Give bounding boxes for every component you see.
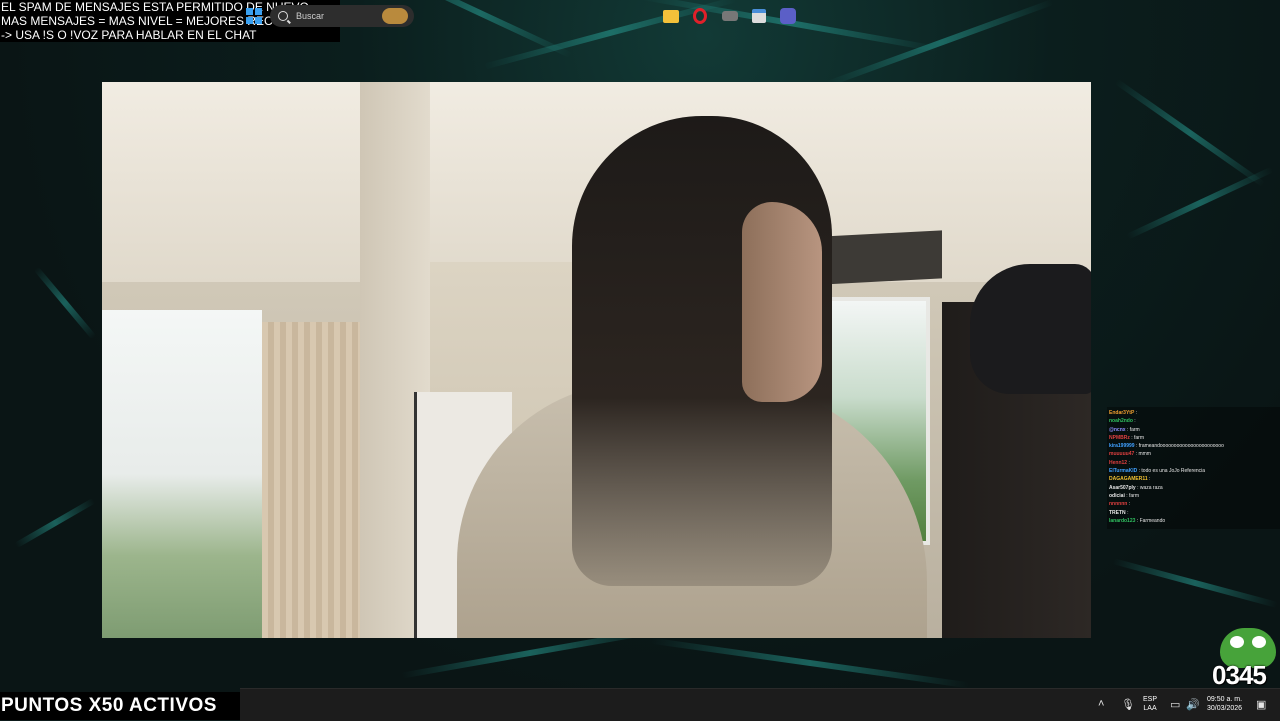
chat-overlay: Endar3YtP : noah2ndo : @ncnx : farm NPMBRz … <box>1107 407 1280 529</box>
chat-message: @ncnx : farm <box>1109 426 1278 434</box>
chat-text: : farm <box>1126 492 1140 499</box>
chat-message: DAGAGAMER11 : <box>1109 475 1278 483</box>
chat-username: NPMBRz <box>1109 434 1130 441</box>
language-button[interactable]: ESP LAA <box>1143 688 1157 720</box>
notification-bell-icon: ▣ <box>1256 698 1267 711</box>
chat-username: Endar3YtP <box>1109 410 1135 416</box>
start-button[interactable] <box>242 4 266 28</box>
notifications-button[interactable]: ▣ <box>1256 688 1266 720</box>
chat-username: noah2ndo <box>1109 418 1133 425</box>
file-explorer-button[interactable] <box>659 4 683 28</box>
game-app-button[interactable] <box>718 4 742 28</box>
search-placeholder: Buscar <box>296 11 325 21</box>
chat-text: : <box>1135 410 1138 416</box>
chat-username: kira199999 <box>1109 443 1135 450</box>
calendar-app-button[interactable] <box>747 4 771 28</box>
chat-text: : mmm <box>1135 451 1151 458</box>
speaker-icon: 🔊 <box>1186 698 1200 711</box>
mascot-counter: 0345 <box>1212 660 1267 690</box>
teams-icon <box>780 8 796 24</box>
microphone-icon: 🎙 <box>1121 698 1135 711</box>
chevron-up-icon: ˄ <box>1098 698 1105 710</box>
webcam-feed <box>102 82 1091 638</box>
notice-line: -> USA !S O !VOZ PARA HABLAR EN EL CHAT <box>1 28 257 42</box>
chat-message: muuuuu47 : mmm <box>1109 450 1278 458</box>
chat-text: : <box>1128 501 1131 508</box>
network-icon: ▭ <box>1170 698 1181 711</box>
chat-message: Henn12 : <box>1109 459 1278 467</box>
chat-message: lanardo123 : Farmeando <box>1109 517 1278 525</box>
chat-text: : todo es una JoJo Referencia <box>1138 468 1206 475</box>
taskbar-search-box[interactable]: Buscar <box>270 5 414 27</box>
volume-button[interactable]: 🔊 <box>1186 688 1200 720</box>
chat-message: kira199999 : frameandooooooooooooooooooo… <box>1109 442 1278 450</box>
chat-message: noah2ndo : <box>1109 417 1278 425</box>
pepe-mascot: 0345 <box>1212 628 1280 690</box>
gamepad-icon <box>722 11 738 21</box>
chat-message: ElTurmaKID : todo es una JoJo Referencia <box>1109 467 1278 475</box>
clock-button[interactable]: 09:50 a. m. 30/03/2026 <box>1207 688 1242 720</box>
language-top: ESP <box>1143 696 1158 703</box>
chat-message: NPMBRz : farm <box>1109 434 1278 442</box>
calendar-icon <box>752 9 766 23</box>
points-banner: PUNTOS X50 ACTIVOS <box>0 692 240 720</box>
chat-username: nnnnnn <box>1109 501 1128 508</box>
chat-text: : frameandooooooooooooooooooooooo <box>1135 443 1224 450</box>
chat-username: ElTurmaKID <box>1109 468 1138 475</box>
teams-button[interactable] <box>776 4 800 28</box>
chat-message: odiciai : farm <box>1109 492 1278 500</box>
chat-username: muuuuu47 <box>1109 451 1135 458</box>
chat-username: @ncnx <box>1109 426 1126 433</box>
chat-text: : waza raza <box>1137 484 1163 491</box>
chat-username: lanardo123 <box>1109 517 1136 524</box>
chat-message: nnnnnn : <box>1109 500 1278 508</box>
microphone-button[interactable]: 🎙 <box>1121 688 1135 720</box>
chat-message: Endar3YtP : <box>1109 409 1278 417</box>
chat-username: odiciai <box>1109 492 1125 499</box>
search-icon <box>278 11 288 21</box>
chat-username: TRETN <box>1109 509 1126 516</box>
chat-text: : farm <box>1126 426 1140 433</box>
chat-message: TRETN : <box>1109 509 1278 517</box>
chat-username: DAGAGAMER11 <box>1109 476 1148 483</box>
opera-icon <box>693 8 707 24</box>
chat-text: : <box>1134 418 1136 425</box>
show-hidden-icons-button[interactable]: ˄ <box>1098 688 1104 720</box>
windows-logo-icon <box>246 8 262 24</box>
chat-text: : Farmeando <box>1136 517 1166 524</box>
chat-text: : <box>1128 459 1130 466</box>
clock-date: 30/03/2026 <box>1207 705 1243 712</box>
network-button[interactable]: ▭ <box>1170 688 1180 720</box>
chat-text: : <box>1149 476 1151 483</box>
chat-text: : <box>1127 509 1129 516</box>
language-bottom: LAA <box>1143 705 1157 712</box>
clock-time: 09:50 a. m. <box>1207 696 1243 703</box>
chat-message: Asar507ply : waza raza <box>1109 484 1278 492</box>
chat-text: : farm <box>1131 434 1145 441</box>
chat-username: Henn12 <box>1109 459 1128 466</box>
search-highlight-image <box>382 8 408 24</box>
chat-username: Asar507ply <box>1109 484 1136 491</box>
opera-button[interactable] <box>688 4 712 28</box>
folder-icon <box>663 9 679 23</box>
